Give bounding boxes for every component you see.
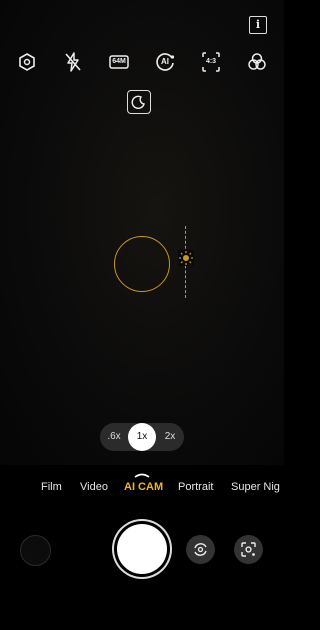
zoom-option-1x[interactable]: 1x — [128, 423, 156, 451]
mode-indicator-arc — [134, 465, 150, 478]
info-icon: i — [255, 18, 261, 31]
aspect-label: 4:3 — [205, 58, 217, 65]
switch-camera-button[interactable] — [186, 535, 215, 564]
moon-icon — [131, 95, 145, 110]
lens-button[interactable] — [234, 535, 263, 564]
mode-ai-cam[interactable]: AI CAM — [124, 481, 163, 493]
settings-hexagon-icon[interactable] — [15, 50, 39, 74]
flash-off-icon[interactable] — [61, 50, 85, 74]
sun-icon[interactable] — [178, 250, 194, 266]
night-mode-button[interactable] — [127, 90, 151, 114]
camera-viewfinder[interactable] — [0, 0, 284, 465]
mode-film[interactable]: Film — [41, 481, 62, 493]
ai-label: AI — [161, 57, 169, 66]
mode-carousel[interactable]: Film Video AI CAM Portrait Super Nig — [0, 481, 284, 497]
mode-video[interactable]: Video — [80, 481, 108, 493]
aspect-ratio-icon[interactable]: 4:3 — [199, 50, 223, 74]
zoom-option-2x[interactable]: 2x — [156, 423, 184, 451]
google-lens-icon — [241, 542, 256, 557]
mode-super-night[interactable]: Super Nig — [231, 481, 280, 493]
switch-camera-icon — [194, 543, 207, 556]
shutter-button[interactable] — [117, 524, 167, 574]
ai-mode-icon[interactable]: AI — [153, 50, 177, 74]
gallery-thumbnail[interactable] — [20, 535, 51, 566]
zoom-option-0-6x[interactable]: .6x — [100, 423, 128, 451]
focus-ring — [114, 236, 170, 292]
mode-portrait[interactable]: Portrait — [178, 481, 213, 493]
zoom-selector: .6x 1x 2x — [100, 423, 184, 451]
filters-icon[interactable] — [245, 50, 269, 74]
resolution-label: 64M — [112, 58, 126, 65]
resolution-64m-icon[interactable]: 64M — [107, 50, 131, 74]
info-button[interactable]: i — [249, 16, 267, 34]
